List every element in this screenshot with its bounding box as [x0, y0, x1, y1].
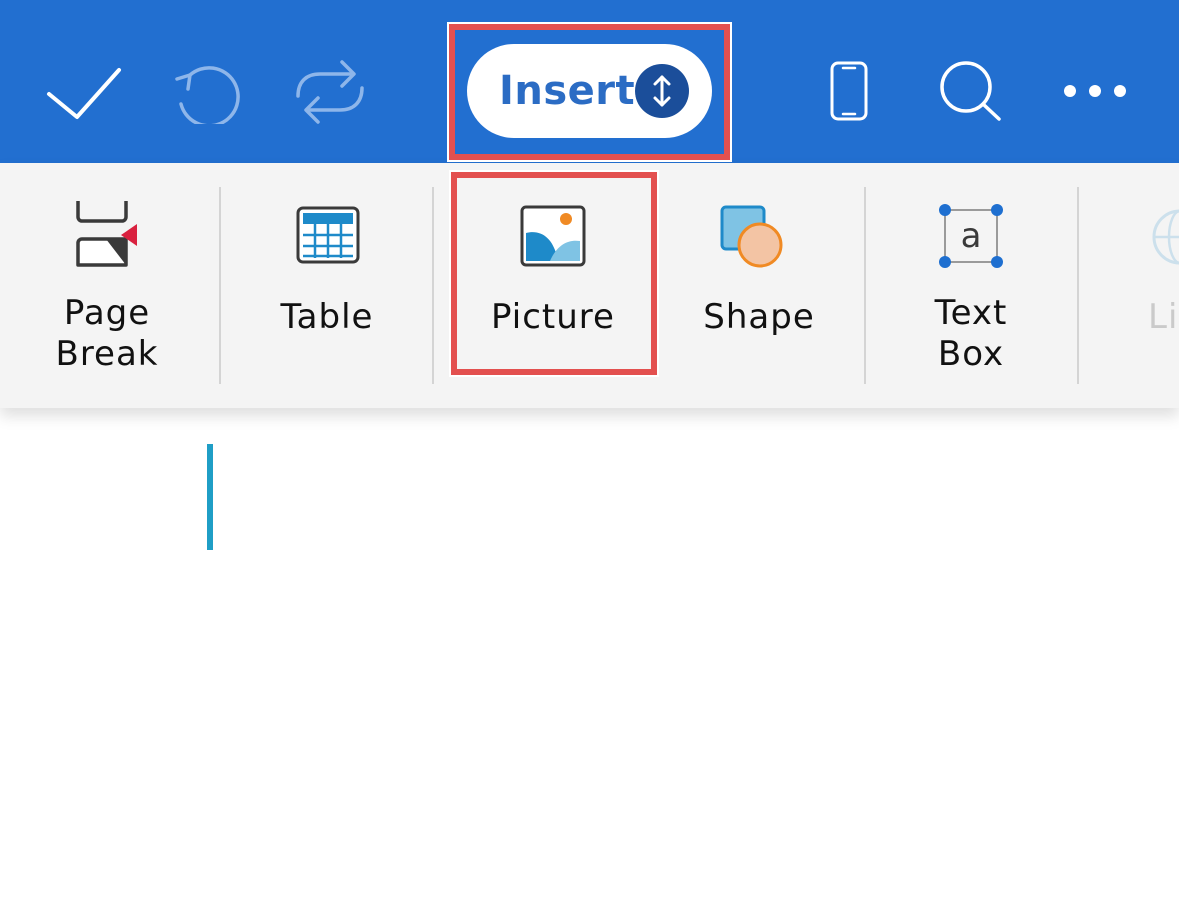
more-icon[interactable] — [1060, 82, 1130, 100]
checkmark-icon[interactable] — [44, 64, 124, 122]
shape-icon — [720, 205, 783, 268]
page-break-icon — [76, 201, 137, 267]
page-break-button[interactable]: Page Break — [0, 163, 214, 408]
svg-text:a: a — [961, 216, 982, 256]
undo-icon[interactable] — [168, 58, 246, 124]
table-icon — [296, 206, 360, 264]
text-box-icon: a — [939, 204, 1003, 268]
text-box-label: Text Box — [934, 293, 1008, 374]
search-icon[interactable] — [938, 60, 1004, 124]
shape-label: Shape — [703, 297, 815, 337]
phone-view-icon[interactable] — [829, 60, 869, 122]
insert-highlight-box — [447, 22, 732, 162]
ribbon-divider — [432, 187, 434, 384]
link-icon — [1152, 209, 1179, 265]
table-button[interactable]: Table — [222, 163, 432, 408]
ribbon-divider — [1077, 187, 1079, 384]
text-cursor — [207, 444, 213, 550]
link-button[interactable]: Li — [1080, 163, 1179, 408]
picture-highlight-box — [449, 170, 659, 377]
page-break-label: Page Break — [55, 293, 159, 374]
sync-icon[interactable] — [290, 56, 370, 128]
ribbon-divider — [219, 187, 221, 384]
table-label: Table — [280, 297, 374, 337]
shape-button[interactable]: Shape — [654, 163, 864, 408]
text-box-button[interactable]: a Text Box — [866, 163, 1076, 408]
link-label: Li — [1148, 297, 1179, 337]
